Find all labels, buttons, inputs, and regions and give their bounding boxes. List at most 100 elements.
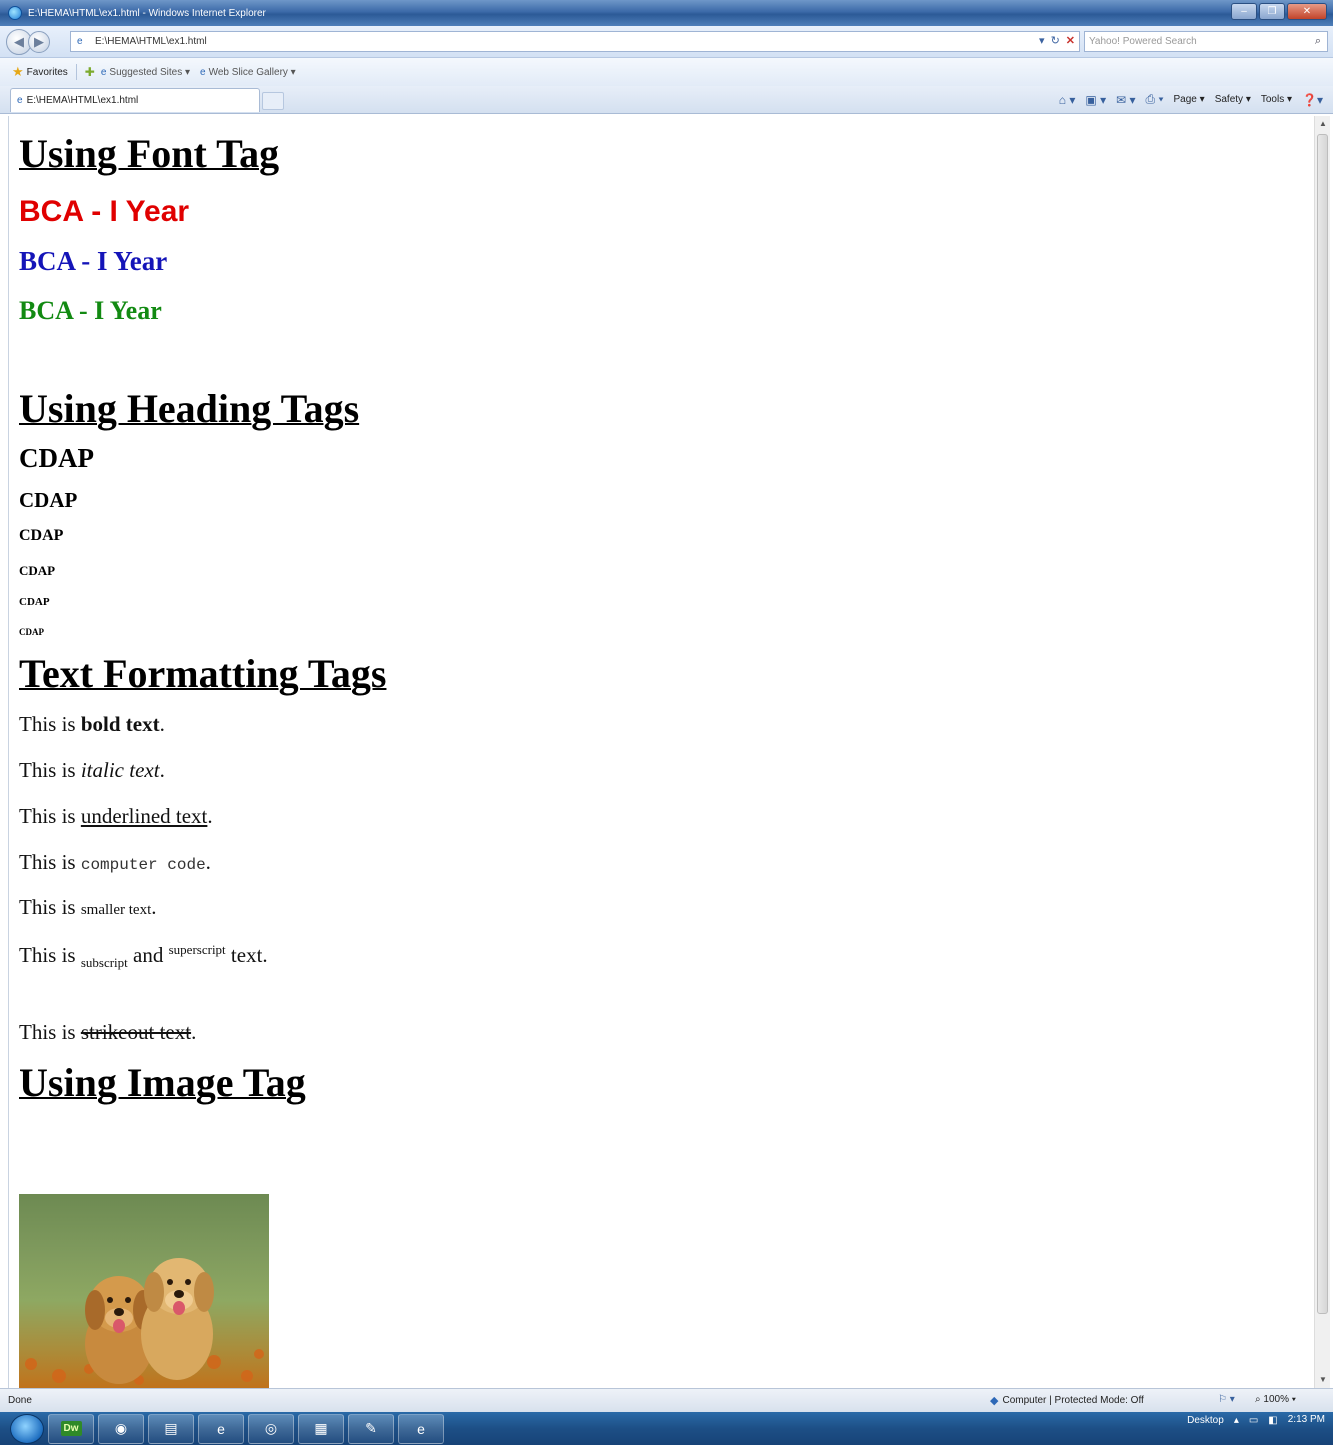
mail-icon[interactable]: ✉ ▾ <box>1116 93 1135 107</box>
start-button[interactable] <box>10 1413 44 1444</box>
feeds-icon[interactable]: ▣ ▾ <box>1085 93 1106 107</box>
zone-label: Computer | Protected Mode: Off <box>1002 1395 1144 1406</box>
line-italic: This is italic text. <box>19 758 165 782</box>
chrome-icon: ◎ <box>264 1420 278 1436</box>
search-icon[interactable]: ⌕ <box>1315 35 1321 48</box>
dropdown-icon[interactable]: ▾ <box>1039 34 1045 47</box>
address-bar[interactable]: e E:\HEMA\HTML\ex1.html ▾ ↻ ✕ <box>70 31 1080 52</box>
search-input[interactable]: Yahoo! Powered Search ⌕ <box>1084 31 1328 52</box>
line-bold: This is bold text. <box>19 712 165 736</box>
font-line-blue: BCA - I Year <box>19 246 168 276</box>
vertical-scrollbar[interactable]: ▲ ▼ <box>1314 116 1330 1388</box>
zoom-level[interactable]: ⌕ 100% ▾ <box>1255 1394 1296 1405</box>
address-toolbar: ◀ ▶ e E:\HEMA\HTML\ex1.html ▾ ↻ ✕ Yahoo!… <box>0 26 1333 58</box>
fav-item-web-slice-gallery[interactable]: e Web Slice Gallery ▾ <box>200 67 296 78</box>
volume-icon[interactable]: ◧ <box>1268 1415 1277 1426</box>
command-bar: ⌂ ▾ ▣ ▾ ✉ ▾ ⎙ ▾ Page ▾ Safety ▾ Tools ▾ … <box>1059 92 1323 107</box>
favorites-divider <box>75 64 77 80</box>
taskbar-ie[interactable]: e <box>198 1413 244 1444</box>
heading-text-formatting: Text Formatting Tags <box>19 651 387 696</box>
forward-button[interactable]: ▶ <box>28 30 50 53</box>
page-viewport: Using Font Tag BCA - I Year BCA - I Year… <box>8 116 1314 1388</box>
page-content: Using Font Tag BCA - I Year BCA - I Year… <box>9 116 1314 1103</box>
ie-icon: e <box>417 1420 425 1437</box>
desktop-toolbar[interactable]: Desktop <box>1187 1415 1224 1426</box>
font-line-red: BCA - I Year <box>19 195 190 228</box>
scroll-up-arrow-icon[interactable]: ▲ <box>1316 116 1330 132</box>
taskbar-paint[interactable]: ✎ <box>348 1413 394 1444</box>
home-icon[interactable]: ⌂ ▾ <box>1059 93 1076 107</box>
menu-tools[interactable]: Tools ▾ <box>1261 94 1292 105</box>
address-url: E:\HEMA\HTML\ex1.html <box>95 36 207 47</box>
folder-icon: ▤ <box>164 1420 178 1436</box>
minimize-button[interactable]: – <box>1231 3 1257 20</box>
add-favorite-icon[interactable]: ✚ <box>85 65 95 79</box>
italic-text: italic text <box>80 758 160 782</box>
scroll-down-arrow-icon[interactable]: ▼ <box>1316 1372 1330 1388</box>
tray-arrow-icon[interactable]: ▴ <box>1234 1415 1239 1426</box>
maximize-button[interactable]: ❐ <box>1259 3 1285 20</box>
tab-title: E:\HEMA\HTML\ex1.html <box>26 95 139 106</box>
favorites-star-icon: ★ <box>12 64 24 79</box>
security-zone[interactable]: ◆ Computer | Protected Mode: Off <box>990 1394 1144 1407</box>
ie-icon: e <box>217 1420 225 1437</box>
strikeout-text: strikeout text <box>80 1020 192 1044</box>
cdap-h1: CDAP <box>19 443 94 473</box>
tab-bar: e E:\HEMA\HTML\ex1.html ⌂ ▾ ▣ ▾ ✉ ▾ ⎙ ▾ … <box>0 86 1333 114</box>
menu-safety[interactable]: Safety ▾ <box>1215 94 1251 105</box>
status-text: Done <box>8 1395 32 1406</box>
superscript-text: superscript <box>168 942 226 957</box>
heading-font-tag: Using Font Tag <box>19 131 280 176</box>
line-strike: This is strikeout text. <box>19 1020 197 1044</box>
line-small: This is smaller text. <box>19 895 157 919</box>
ie-page-icon: e <box>17 95 23 106</box>
new-tab-button[interactable] <box>262 92 284 110</box>
cdap-h5: CDAP <box>19 596 50 608</box>
favorites-bar: ★ Favorites ✚ e Suggested Sites ▾ e Web … <box>0 58 1333 86</box>
heading-heading-tags: Using Heading Tags <box>19 386 360 431</box>
taskbar-explorer[interactable]: ▤ <box>148 1413 194 1444</box>
print-icon[interactable]: ⎙ ▾ <box>1146 92 1164 107</box>
fav-item-label: Suggested Sites <box>109 66 183 78</box>
clock[interactable]: 2:13 PM <box>1288 1414 1325 1426</box>
menu-page[interactable]: Page ▾ <box>1174 94 1205 105</box>
taskbar-media-player[interactable]: ◉ <box>98 1413 144 1444</box>
stop-icon[interactable]: ✕ <box>1066 34 1075 47</box>
system-tray: Desktop ▴ ▭ ◧ 2:13 PM <box>1187 1414 1325 1426</box>
taskbar-notepad[interactable]: ▦ <box>298 1413 344 1444</box>
taskbar-chrome[interactable]: ◎ <box>248 1413 294 1444</box>
font-line-green: BCA - I Year <box>19 296 162 325</box>
media-player-icon: ◉ <box>114 1420 128 1436</box>
close-button[interactable]: ✕ <box>1287 3 1327 20</box>
cdap-h3: CDAP <box>19 527 64 544</box>
refresh-icon[interactable]: ↻ <box>1051 34 1060 47</box>
page-icon: e <box>77 35 83 47</box>
cdap-h4: CDAP <box>19 563 56 578</box>
paint-icon: ✎ <box>365 1420 377 1436</box>
underlined-text: underlined text <box>80 804 208 828</box>
window-title: E:\HEMA\HTML\ex1.html - Windows Internet… <box>28 7 266 19</box>
computer-code-text: computer code <box>80 856 206 874</box>
ie-page-icon: e <box>100 66 107 78</box>
dreamweaver-icon: Dw <box>60 1421 82 1436</box>
windows-taskbar: Dw ◉ ▤ e ◎ ▦ ✎ e Desktop ▴ ▭ ◧ 2:13 PM <box>0 1412 1333 1445</box>
small-text: smaller text <box>80 902 152 918</box>
ie-page-icon: e <box>200 66 206 78</box>
back-arrow-icon: ◀ <box>14 33 24 49</box>
bold-text: bold text <box>80 712 160 736</box>
tab-current[interactable]: e E:\HEMA\HTML\ex1.html <box>10 88 260 112</box>
notepad-icon: ▦ <box>314 1420 328 1436</box>
forward-arrow-icon: ▶ <box>34 33 44 49</box>
fav-item-label: Web Slice Gallery <box>208 66 288 78</box>
favorites-button[interactable]: Favorites <box>27 67 68 78</box>
help-icon[interactable]: ❓▾ <box>1302 93 1323 107</box>
subscript-text: subscript <box>80 955 128 971</box>
window-controls: – ❐ ✕ <box>1231 3 1327 20</box>
protected-mode-icon[interactable]: ⚐ ▾ <box>1218 1394 1235 1405</box>
taskbar-ie-active[interactable]: e <box>398 1413 444 1444</box>
fav-item-suggested-sites[interactable]: e Suggested Sites ▾ <box>101 67 190 78</box>
scrollbar-thumb[interactable] <box>1317 134 1328 1314</box>
network-icon[interactable]: ▭ <box>1249 1415 1258 1426</box>
line-underline: This is underlined text. <box>19 804 213 828</box>
taskbar-dreamweaver[interactable]: Dw <box>48 1413 94 1444</box>
